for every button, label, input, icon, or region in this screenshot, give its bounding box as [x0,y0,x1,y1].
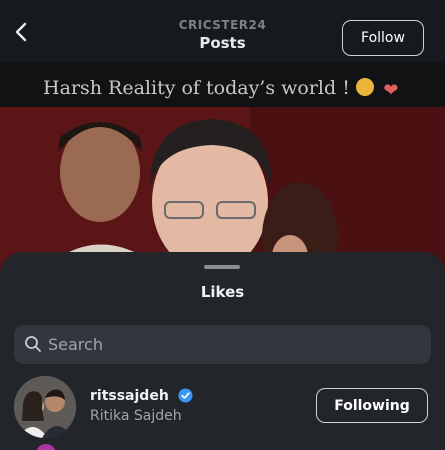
search-icon [25,336,41,352]
username-line: ritssajdeh [90,388,193,404]
avatar[interactable] [14,376,76,438]
user-names: ritssajdeh Ritika Sajdeh [90,388,193,424]
upside-down-face-emoji-icon [355,78,374,96]
post-caption: Harsh Reality of today’s world ! ❤ [0,77,445,101]
search-bar[interactable] [14,325,431,364]
sheet-title: Likes [200,283,245,301]
post-photo [0,107,445,272]
username[interactable]: ritssajdeh [90,388,169,404]
full-name: Ritika Sajdeh [90,408,182,424]
search-input[interactable] [48,325,418,364]
sheet-grabber[interactable] [204,265,240,269]
top-nav-bar: CRICSTER24 Posts Follow [0,0,445,62]
likes-sheet: Likes ritssajdeh [0,252,445,450]
post-caption-text: Harsh Reality of today’s world ! [43,77,350,99]
verified-badge-icon [178,388,193,403]
follow-button[interactable]: Follow [342,20,424,56]
post-image[interactable]: Harsh Reality of today’s world ! ❤ [0,62,445,272]
caption-bar: Harsh Reality of today’s world ! ❤ [0,62,445,107]
user-row[interactable]: ritssajdeh Ritika Sajdeh Following [14,376,431,440]
avatar-photo [14,376,76,438]
mending-heart-emoji-icon: ❤ [383,80,399,101]
following-button[interactable]: Following [316,388,428,423]
